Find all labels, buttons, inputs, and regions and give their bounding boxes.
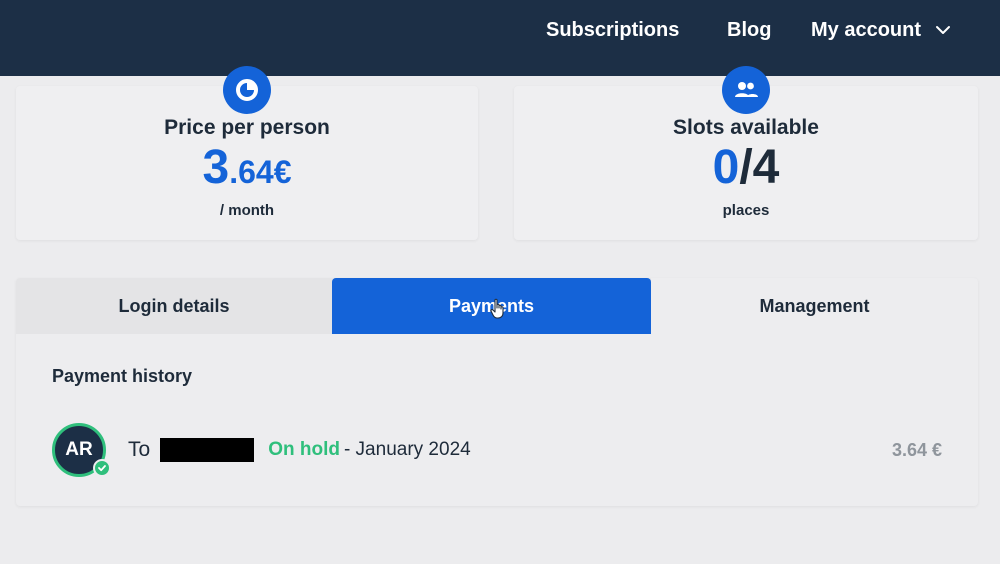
payment-recipient-label: To <box>128 438 151 461</box>
slots-value: 0/4 <box>514 144 978 192</box>
people-icon <box>722 66 770 114</box>
payment-amount: 3.64 € <box>891 440 942 460</box>
page: Subscriptions Blog My account Price per … <box>0 0 1000 564</box>
nav-subscriptions-link[interactable]: Subscriptions <box>546 16 679 44</box>
tab-login-details[interactable]: Login details <box>16 278 332 334</box>
payment-history-row[interactable]: AR To On hold - January 2024 3.64 € <box>52 422 944 478</box>
my-account-menu[interactable]: My account <box>811 16 951 44</box>
slots-separator: / <box>739 141 753 194</box>
payment-date: - January 2024 <box>343 439 471 460</box>
nav-blog-link[interactable]: Blog <box>727 16 771 44</box>
check-icon <box>93 459 111 477</box>
price-value: 3.64€ <box>16 144 478 192</box>
price-period: / month <box>219 202 275 219</box>
nav-subscriptions-label: Subscriptions <box>546 18 680 41</box>
top-navigation-bar: Subscriptions Blog My account <box>0 0 1000 76</box>
chevron-down-icon <box>936 26 951 34</box>
redacted-recipient-name <box>160 438 255 462</box>
status-badge: On hold <box>268 439 340 460</box>
pie-chart-icon <box>223 66 271 114</box>
hand-cursor-icon <box>490 298 504 319</box>
slots-taken: 0 <box>712 141 740 194</box>
price-card-title: Price per person <box>164 116 330 139</box>
slots-available-card: Slots available 0/4 places <box>514 66 978 240</box>
tab-management[interactable]: Management <box>651 278 978 334</box>
price-value-integer: 3 <box>202 141 230 194</box>
slots-card-title: Slots available <box>673 116 819 139</box>
slots-total: 4 <box>752 141 780 194</box>
nav-blog-label: Blog <box>727 18 772 41</box>
price-value-decimal: .64€ <box>229 154 292 190</box>
payment-description: To On hold - January 2024 <box>128 438 471 462</box>
payment-history-title: Payment history <box>52 366 193 386</box>
slots-unit: places <box>722 202 770 219</box>
price-per-person-card: Price per person 3.64€ / month <box>16 66 478 240</box>
my-account-label: My account <box>811 18 922 41</box>
